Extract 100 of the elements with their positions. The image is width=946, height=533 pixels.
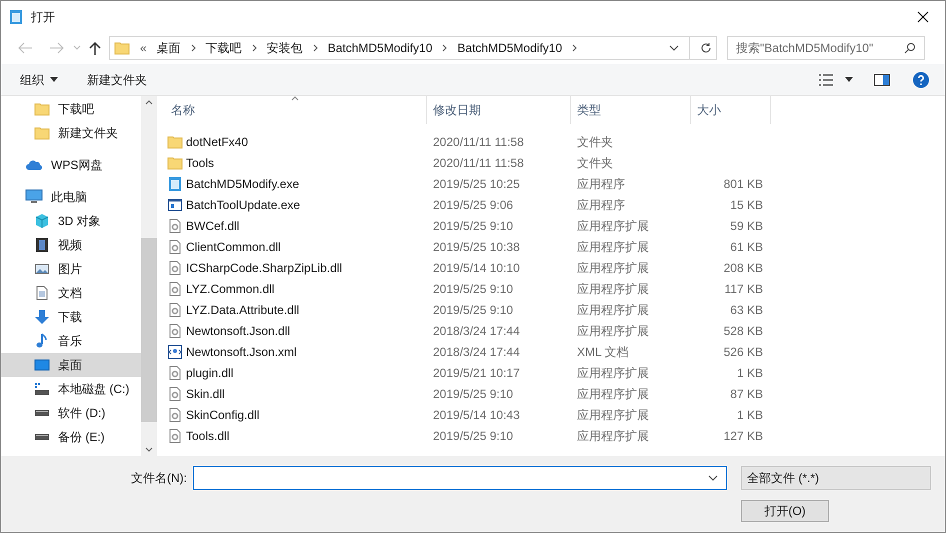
filename-label: 文件名(N): [131,470,187,487]
close-icon[interactable] [917,10,929,22]
filename-field[interactable] [193,466,727,490]
chevron-right-icon[interactable] [190,44,196,52]
scroll-down-icon[interactable] [145,447,153,452]
table-cell-text: 2019/5/25 10:25 [432,176,521,192]
file-name[interactable]: ClientCommon.dll [186,238,281,256]
file-name[interactable]: SkinConfig.dll [186,406,260,424]
file-name[interactable]: dotNetFx40 [186,132,248,150]
nav-item[interactable]: 图片 [1,257,141,281]
search-icon [904,42,916,54]
folder-icon [114,40,130,56]
table-cell-text: 1 KB [736,364,763,382]
table-cell-text: 2019/5/21 10:17 [432,364,521,382]
table-cell-text: 526 KB [724,344,763,360]
caret-icon [50,77,58,82]
overflow-chevrons[interactable]: « [140,39,147,57]
monitor-icon [25,189,43,205]
table-cell-text: 117 KB [724,280,763,298]
table-cell-text: XML 文档 [576,344,630,360]
nav-item[interactable]: 新建文件夹 [1,121,141,145]
chevron-right-icon[interactable] [442,44,448,52]
folder-icon [167,154,183,170]
chevron-down-icon[interactable] [708,475,718,481]
breadcrumb[interactable]: BatchMD5Modify10 [328,39,432,57]
nav-item[interactable]: 本地磁盘 (C:) [1,377,141,401]
address-bar[interactable]: « 桌面 下载吧 安装包 BatchMD5Modify10 BatchMD5Modify10 [109,36,717,60]
chevron-right-icon[interactable] [312,44,318,52]
chevron-down-icon[interactable] [669,45,679,51]
nav-item[interactable]: 音乐 [1,329,141,353]
table-cell-text: 应用程序扩展 [576,322,650,340]
help-icon[interactable] [913,72,929,88]
table-cell-text: 1 KB [736,406,763,424]
table-cell-text: 61 KB [730,238,763,256]
column-header[interactable]: 修改日期 [427,96,571,124]
chevron-right-icon[interactable] [572,44,578,52]
nav-item[interactable]: 备份 (E:) [1,425,141,449]
refresh-icon[interactable] [700,42,712,54]
column-header[interactable]: 名称 [165,96,427,124]
file-name[interactable]: LYZ.Common.dll [186,280,274,298]
breadcrumb[interactable]: 下载吧 [206,39,242,57]
file-name[interactable]: LYZ.Data.Attribute.dll [186,300,300,318]
column-header[interactable]: 大小 [691,96,771,124]
document-icon [34,285,50,301]
file-name[interactable]: Newtonsoft.Json.dll [186,322,290,340]
file-name[interactable]: Tools [186,154,214,172]
nav-item[interactable]: 文档 [1,281,141,305]
table-cell-text: 应用程序扩展 [576,364,650,382]
organize-button[interactable]: 组织 [20,70,58,88]
table-cell-text: 应用程序扩展 [576,406,650,424]
table-cell-text: 2019/5/25 9:10 [432,428,514,444]
preview-pane-icon[interactable] [874,74,890,86]
down-arrow-icon [34,309,50,325]
file-name[interactable]: Tools.dll [186,426,230,444]
view-options-icon[interactable] [818,74,834,86]
table-cell-text: 127 KB [724,428,763,444]
breadcrumb[interactable]: 桌面 [156,39,181,57]
gear-document-icon [167,428,183,444]
app-icon [9,8,23,24]
file-name[interactable]: plugin.dll [186,364,234,382]
table-cell-text: 59 KB [730,218,763,234]
nav-item[interactable]: 3D 对象 [1,209,141,233]
scrollbar[interactable] [141,96,157,456]
open-button[interactable]: 打开(O) [741,500,829,522]
file-name[interactable]: Newtonsoft.Json.xml [186,342,297,360]
desktop-icon [34,357,50,373]
gear-document-icon [167,322,183,338]
scroll-up-icon[interactable] [145,100,153,105]
column-header[interactable]: 类型 [571,96,691,124]
file-name[interactable]: ICSharpCode.SharpZipLib.dll [186,258,342,276]
new-folder-button[interactable]: 新建文件夹 [87,70,147,88]
table-cell-text: 2019/5/25 9:10 [432,386,514,402]
window-title: 打开 [31,8,55,26]
search-field[interactable]: 搜索"BatchMD5Modify10" [727,36,925,60]
table-cell-text: 801 KB [724,176,763,192]
nav-item[interactable]: 下载 [1,305,141,329]
breadcrumb[interactable]: BatchMD5Modify10 [457,39,562,57]
table-cell-text: 2019/5/25 10:38 [432,238,521,256]
up-arrow-icon[interactable] [89,41,101,55]
breadcrumb[interactable]: 安装包 [266,39,303,57]
cube-icon [34,213,50,229]
table-cell-text: 应用程序扩展 [576,238,650,256]
file-name[interactable]: BatchToolUpdate.exe [186,196,300,214]
file-name[interactable]: BWCef.dll [186,216,240,234]
file-name[interactable]: BatchMD5Modify.exe [186,174,300,192]
table-cell-text: 528 KB [724,322,763,340]
nav-item[interactable]: WPS网盘 [1,153,141,177]
table-cell-text: 2019/5/14 10:10 [432,260,521,276]
drive-icon [34,410,50,416]
table-cell-text: 87 KB [730,386,763,402]
table-cell-text: 文件夹 [576,134,614,150]
nav-item[interactable]: 此电脑 [1,185,141,209]
nav-item[interactable]: 下载吧 [1,97,141,121]
nav-item[interactable]: 软件 (D:) [1,401,141,425]
nav-item[interactable]: 桌面 [1,353,141,377]
chevron-right-icon[interactable] [252,44,257,52]
caret-icon[interactable] [845,77,853,82]
nav-item[interactable]: 视频 [1,233,141,257]
file-name[interactable]: Skin.dll [186,384,225,402]
file-type-dropdown[interactable]: 全部文件 (*.*) [741,466,931,490]
